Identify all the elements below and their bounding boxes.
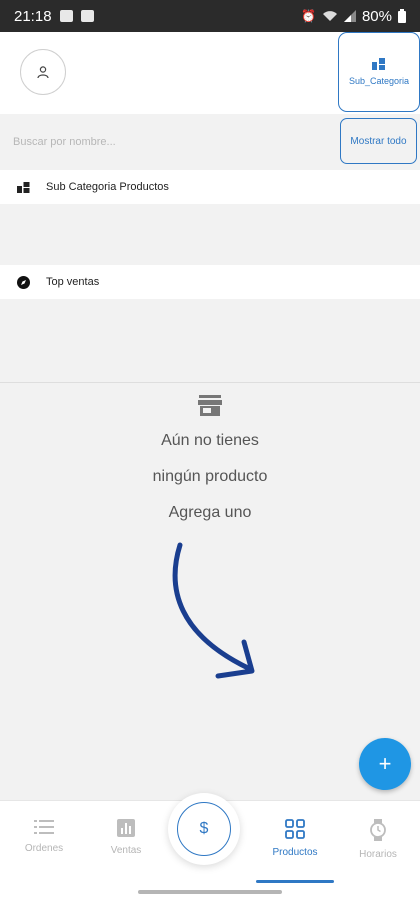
header: Sub_Categoria <box>0 32 420 114</box>
dollar-button[interactable]: $ <box>177 802 231 856</box>
nav-item-ventas[interactable]: Ventas <box>84 819 168 856</box>
bottom-nav: Ordenes Ventas $ Productos Horarios <box>0 793 420 900</box>
top-sales-header: Top ventas <box>0 265 420 299</box>
bar-chart-icon <box>117 819 135 837</box>
status-time: 21:18 <box>14 7 52 25</box>
nav-label-productos: Productos <box>272 847 318 858</box>
subcategory-products-label: Sub Categoria Productos <box>46 181 169 193</box>
list-icon <box>34 820 54 834</box>
wifi-icon <box>322 11 337 21</box>
status-bar: 21:18 ⏰ 80% <box>0 0 420 32</box>
curved-arrow-icon <box>172 542 255 679</box>
grid-icon <box>285 819 305 839</box>
empty-state-line-1: Aún no tienes <box>161 432 259 449</box>
compass-icon <box>16 275 30 289</box>
show-all-button[interactable]: Mostrar todo <box>340 118 417 164</box>
nav-label-horarios: Horarios <box>359 849 397 860</box>
search-row: Mostrar todo <box>0 114 420 170</box>
add-product-button[interactable]: + <box>359 738 411 790</box>
category-icon <box>16 180 30 194</box>
alarm-icon: ⏰ <box>301 9 316 23</box>
gallery-icon <box>59 10 73 22</box>
category-icon <box>372 58 385 70</box>
nav-label-ordenes: Ordenes <box>24 843 64 854</box>
signal-icon <box>343 10 356 22</box>
status-right: ⏰ 80% <box>301 8 406 25</box>
status-left: 21:18 <box>14 8 94 25</box>
nav-item-productos[interactable]: Productos <box>253 819 337 858</box>
empty-state-line-2: ningún producto <box>152 468 268 485</box>
store-icon <box>198 395 222 416</box>
nav-label-ventas: Ventas <box>110 845 142 856</box>
notification-icon <box>80 10 94 22</box>
user-icon <box>37 66 49 79</box>
nav-item-horarios[interactable]: Horarios <box>336 819 420 860</box>
subcategory-products-header: Sub Categoria Productos <box>0 170 420 204</box>
battery-icon <box>398 9 406 23</box>
home-indicator <box>138 890 282 894</box>
nav-active-indicator <box>256 880 334 883</box>
avatar-button[interactable] <box>20 49 66 95</box>
center-button-wrapper: $ <box>168 793 240 865</box>
empty-state: Aún no tienes ningún producto Agrega uno <box>0 395 420 531</box>
battery-level: 80% <box>361 7 392 25</box>
watch-icon <box>370 819 386 841</box>
divider <box>0 382 420 383</box>
nav-item-ordenes[interactable]: Ordenes <box>2 819 86 854</box>
empty-state-line-3: Agrega uno <box>168 504 252 521</box>
subcategory-button-label: Sub_Categoria <box>348 76 410 86</box>
search-input[interactable] <box>0 114 336 170</box>
top-sales-label: Top ventas <box>46 276 100 288</box>
subcategory-button[interactable]: Sub_Categoria <box>338 32 420 112</box>
